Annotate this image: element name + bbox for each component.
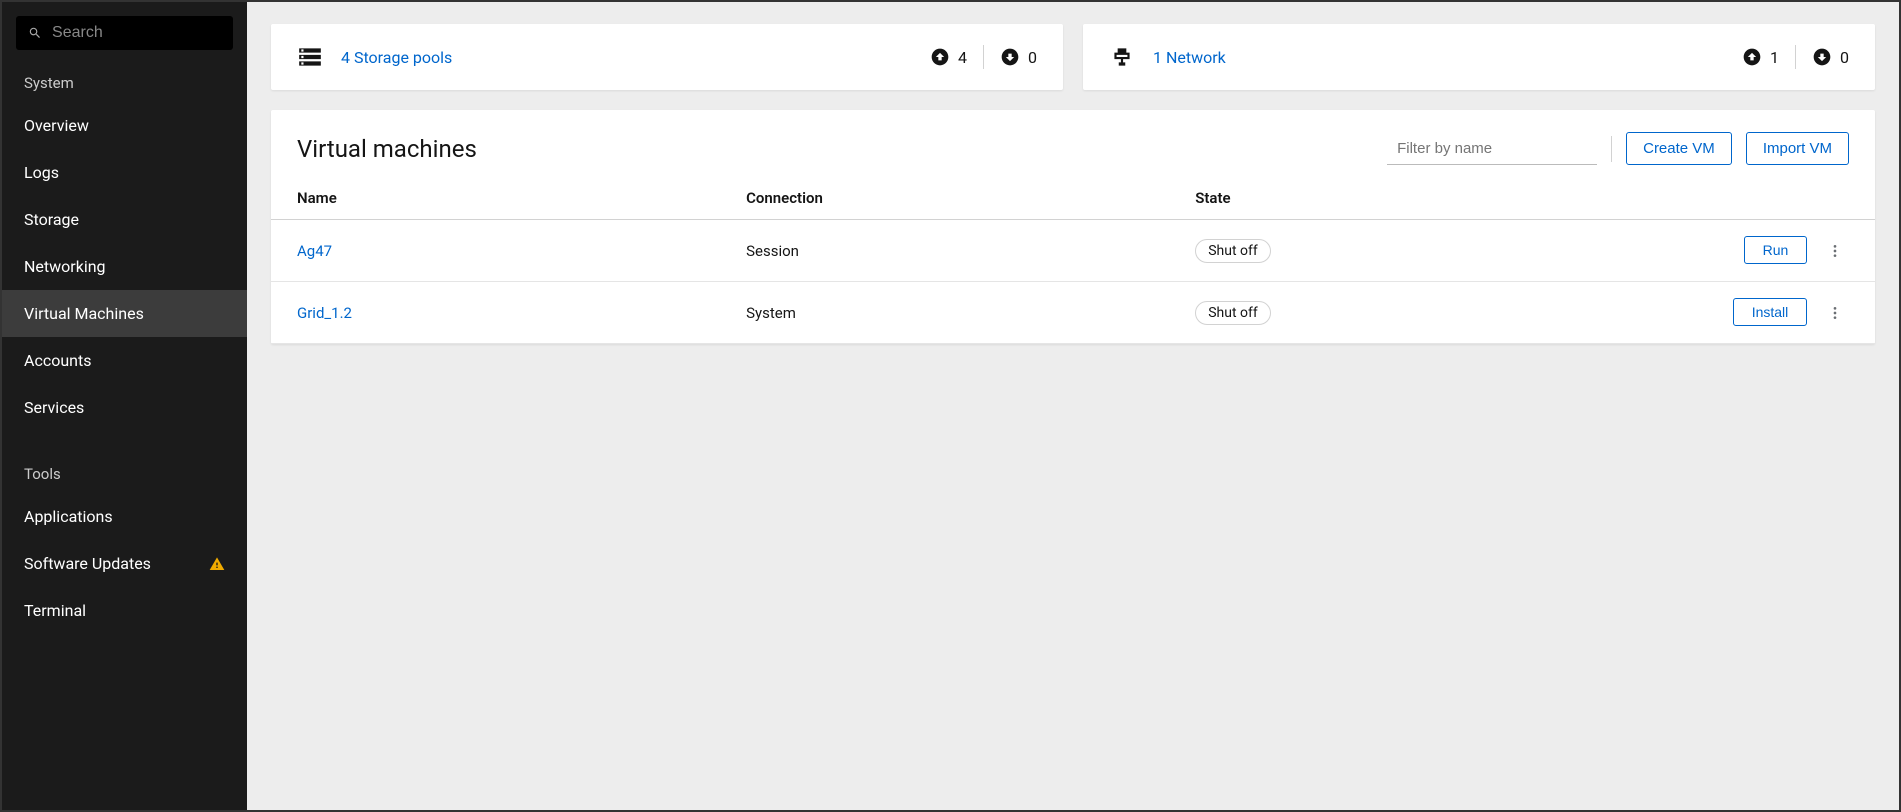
- sidebar-item-label: Software Updates: [24, 554, 151, 573]
- table-row: Grid_1.2 System Shut off Install: [271, 282, 1875, 344]
- run-button[interactable]: Run: [1744, 236, 1808, 264]
- vm-connection: Session: [720, 220, 1169, 282]
- vm-name-link[interactable]: Grid_1.2: [297, 304, 352, 322]
- main-content: 4 Storage pools 4 0 1 Network: [247, 2, 1899, 810]
- kebab-icon: [1827, 243, 1843, 259]
- arrow-up-circle-icon: [1742, 47, 1762, 67]
- install-button[interactable]: Install: [1733, 298, 1808, 326]
- sidebar-item-label: Storage: [24, 210, 79, 229]
- sidebar-item-storage[interactable]: Storage: [2, 196, 247, 243]
- vm-panel: Virtual machines Create VM Import VM Nam…: [271, 110, 1875, 344]
- network-down-count: 0: [1840, 48, 1849, 67]
- sidebar-item-label: Logs: [24, 163, 59, 182]
- network-card: 1 Network 1 0: [1083, 24, 1875, 90]
- column-header-name: Name: [271, 175, 720, 220]
- kebab-menu-button[interactable]: [1821, 237, 1849, 265]
- arrow-down-circle-icon: [1000, 47, 1020, 67]
- divider: [983, 45, 984, 69]
- warning-icon: [209, 556, 225, 572]
- divider: [1611, 136, 1612, 162]
- sidebar-item-label: Overview: [24, 116, 89, 135]
- sidebar-item-virtual-machines[interactable]: Virtual Machines: [2, 290, 247, 337]
- storage-up-stat: 4: [930, 47, 967, 67]
- vm-table: Name Connection State Ag47 Session Shut …: [271, 175, 1875, 344]
- column-header-actions: [1618, 175, 1875, 220]
- storage-down-count: 0: [1028, 48, 1037, 67]
- network-icon: [1109, 44, 1135, 70]
- state-badge: Shut off: [1195, 239, 1271, 263]
- arrow-down-circle-icon: [1812, 47, 1832, 67]
- sidebar-item-services[interactable]: Services: [2, 384, 247, 431]
- search-icon: [28, 25, 42, 41]
- sidebar-item-label: Networking: [24, 257, 106, 276]
- vm-header: Virtual machines Create VM Import VM: [271, 110, 1875, 175]
- sidebar: System Overview Logs Storage Networking …: [2, 2, 247, 810]
- sidebar-item-overview[interactable]: Overview: [2, 102, 247, 149]
- storage-icon: [297, 44, 323, 70]
- kebab-menu-button[interactable]: [1821, 299, 1849, 327]
- sidebar-item-label: Applications: [24, 507, 113, 526]
- sidebar-item-software-updates[interactable]: Software Updates: [2, 540, 247, 587]
- network-up-stat: 1: [1742, 47, 1779, 67]
- state-badge: Shut off: [1195, 301, 1271, 325]
- import-vm-button[interactable]: Import VM: [1746, 132, 1849, 165]
- sidebar-item-label: Services: [24, 398, 84, 417]
- arrow-up-circle-icon: [930, 47, 950, 67]
- network-link[interactable]: 1 Network: [1153, 48, 1226, 67]
- column-header-state: State: [1169, 175, 1618, 220]
- vm-connection: System: [720, 282, 1169, 344]
- network-up-count: 1: [1770, 48, 1779, 67]
- sidebar-item-networking[interactable]: Networking: [2, 243, 247, 290]
- storage-up-count: 4: [958, 48, 967, 67]
- vm-title: Virtual machines: [297, 135, 477, 163]
- divider: [1795, 45, 1796, 69]
- sidebar-item-applications[interactable]: Applications: [2, 493, 247, 540]
- sidebar-item-terminal[interactable]: Terminal: [2, 587, 247, 634]
- nav-section-system: System: [2, 60, 247, 102]
- search-box[interactable]: [16, 16, 233, 50]
- sidebar-item-label: Virtual Machines: [24, 304, 144, 323]
- filter-by-name-input[interactable]: [1387, 133, 1597, 165]
- sidebar-item-accounts[interactable]: Accounts: [2, 337, 247, 384]
- table-row: Ag47 Session Shut off Run: [271, 220, 1875, 282]
- create-vm-button[interactable]: Create VM: [1626, 132, 1732, 165]
- summary-cards-row: 4 Storage pools 4 0 1 Network: [271, 24, 1875, 90]
- sidebar-item-label: Terminal: [24, 601, 86, 620]
- sidebar-item-logs[interactable]: Logs: [2, 149, 247, 196]
- kebab-icon: [1827, 305, 1843, 321]
- storage-pools-card: 4 Storage pools 4 0: [271, 24, 1063, 90]
- network-down-stat: 0: [1812, 47, 1849, 67]
- search-input[interactable]: [52, 24, 221, 42]
- sidebar-item-label: Accounts: [24, 351, 91, 370]
- column-header-connection: Connection: [720, 175, 1169, 220]
- storage-down-stat: 0: [1000, 47, 1037, 67]
- vm-name-link[interactable]: Ag47: [297, 242, 332, 260]
- nav-section-tools: Tools: [2, 451, 247, 493]
- storage-pools-link[interactable]: 4 Storage pools: [341, 48, 452, 67]
